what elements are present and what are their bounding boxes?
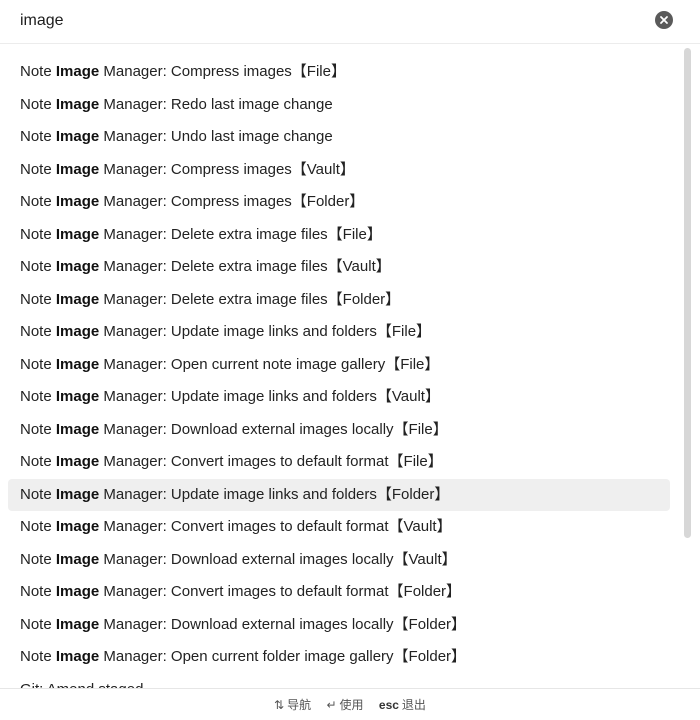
result-prefix: Note [20, 388, 56, 405]
result-match: Image [55, 95, 100, 113]
result-prefix: Note [20, 323, 56, 340]
result-item[interactable]: Git: Amend staged [8, 674, 670, 689]
result-suffix: Manager: Delete extra image files【Folder… [99, 290, 401, 308]
result-item[interactable]: Note Image Manager: Delete extra image f… [8, 251, 670, 284]
result-item[interactable]: Note Image Manager: Download external im… [8, 544, 670, 577]
result-prefix: Note [20, 550, 56, 568]
result-suffix: Manager: Open current folder image galle… [99, 648, 467, 665]
result-suffix: Manager: Compress images【File】 [99, 63, 346, 80]
result-match: Image [55, 420, 100, 438]
navigate-key: ⇅ [274, 698, 285, 712]
result-item[interactable]: Note Image Manager: Undo last image chan… [8, 121, 670, 154]
result-item[interactable]: Note Image Manager: Update image links a… [8, 478, 670, 511]
result-item[interactable]: Note Image Manager: Convert images to de… [8, 576, 670, 609]
result-match: Image [55, 323, 100, 340]
result-prefix: Note [20, 518, 56, 535]
use-hint: ↵ 使用 [326, 689, 363, 720]
result-prefix: Note [20, 128, 56, 145]
result-suffix: Manager: Compress images【Folder】 [99, 193, 365, 210]
result-match: Image [55, 355, 100, 373]
result-match: Image [55, 128, 100, 145]
result-match: Image [55, 485, 100, 503]
result-suffix: Manager: Compress images【Vault】 [99, 160, 355, 178]
result-prefix: Note [20, 485, 56, 503]
result-match: Image [55, 258, 100, 275]
use-label: 使用 [339, 698, 364, 712]
result-item[interactable]: Note Image Manager: Compress images【File… [8, 56, 670, 89]
result-item[interactable]: Note Image Manager: Update image links a… [8, 381, 670, 414]
result-item[interactable]: Note Image Manager: Open current folder … [8, 641, 670, 674]
result-match: Image [55, 648, 100, 665]
close-icon [660, 16, 668, 24]
result-prefix: Note [20, 420, 56, 438]
result-suffix: Manager: Download external images locall… [99, 615, 467, 633]
result-item[interactable]: Note Image Manager: Download external im… [8, 609, 670, 642]
result-suffix: Manager: Download external images locall… [99, 420, 448, 438]
results-list: Note Image Manager: Compress images【File… [0, 56, 682, 688]
result-prefix: Note [20, 290, 56, 308]
result-match: Image [55, 388, 100, 405]
result-prefix: Git: Amend staged [20, 681, 143, 689]
result-prefix: Note [20, 63, 56, 80]
exit-hint: esc 退出 [379, 689, 426, 720]
result-match: Image [55, 583, 100, 600]
result-item[interactable]: Note Image Manager: Delete extra image f… [8, 284, 670, 317]
result-prefix: Note [20, 453, 56, 470]
search-bar [0, 0, 700, 44]
result-suffix: Manager: Convert images to default forma… [99, 518, 452, 535]
result-match: Image [55, 225, 100, 243]
result-item[interactable]: Note Image Manager: Redo last image chan… [8, 89, 670, 122]
result-prefix: Note [20, 95, 56, 113]
result-suffix: Manager: Delete extra image files【Vault】 [99, 258, 391, 275]
result-match: Image [55, 615, 100, 633]
result-suffix: Manager: Open current note image gallery… [99, 355, 440, 373]
result-match: Image [55, 290, 100, 308]
result-suffix: Manager: Update image links and folders【… [99, 323, 432, 340]
instructions-bar: ⇅ 导航 ↵ 使用 esc 退出 [0, 688, 700, 720]
navigate-label: 导航 [287, 698, 312, 712]
result-item[interactable]: Note Image Manager: Open current note im… [8, 349, 670, 382]
result-prefix: Note [20, 193, 56, 210]
result-item[interactable]: Note Image Manager: Delete extra image f… [8, 219, 670, 252]
result-prefix: Note [20, 615, 56, 633]
result-match: Image [55, 518, 100, 535]
result-prefix: Note [20, 258, 56, 275]
search-input[interactable] [12, 6, 642, 36]
result-suffix: Manager: Undo last image change [99, 128, 333, 145]
result-match: Image [55, 193, 100, 210]
esc-key: esc [378, 698, 399, 712]
scrollbar-thumb[interactable] [684, 48, 691, 538]
result-item[interactable]: Note Image Manager: Compress images【Fold… [8, 186, 670, 219]
result-suffix: Manager: Delete extra image files【File】 [99, 225, 382, 243]
result-suffix: Manager: Convert images to default forma… [99, 583, 462, 600]
result-prefix: Note [20, 355, 56, 373]
result-match: Image [55, 550, 100, 568]
result-match: Image [55, 160, 100, 178]
result-suffix: Manager: Update image links and folders【… [99, 485, 450, 503]
command-palette: Note Image Manager: Compress images【File… [0, 0, 700, 720]
result-prefix: Note [20, 648, 56, 665]
result-item[interactable]: Note Image Manager: Compress images【Vaul… [8, 154, 670, 187]
navigate-hint: ⇅ 导航 [274, 689, 311, 720]
result-prefix: Note [20, 160, 56, 178]
result-suffix: Manager: Download external images locall… [99, 550, 457, 568]
result-item[interactable]: Note Image Manager: Convert images to de… [8, 511, 670, 544]
result-suffix: Manager: Redo last image change [99, 95, 333, 113]
result-suffix: Manager: Update image links and folders【… [99, 388, 440, 405]
result-item[interactable]: Note Image Manager: Download external im… [8, 414, 670, 447]
result-item[interactable]: Note Image Manager: Convert images to de… [8, 446, 670, 479]
result-match: Image [55, 63, 100, 80]
exit-label: 退出 [401, 698, 426, 712]
result-match: Image [55, 453, 100, 470]
enter-key: ↵ [326, 698, 337, 712]
result-prefix: Note [20, 583, 56, 600]
result-item[interactable]: Note Image Manager: Update image links a… [8, 316, 670, 349]
result-suffix: Manager: Convert images to default forma… [99, 453, 443, 470]
result-prefix: Note [20, 225, 56, 243]
clear-search-button[interactable] [655, 11, 673, 29]
